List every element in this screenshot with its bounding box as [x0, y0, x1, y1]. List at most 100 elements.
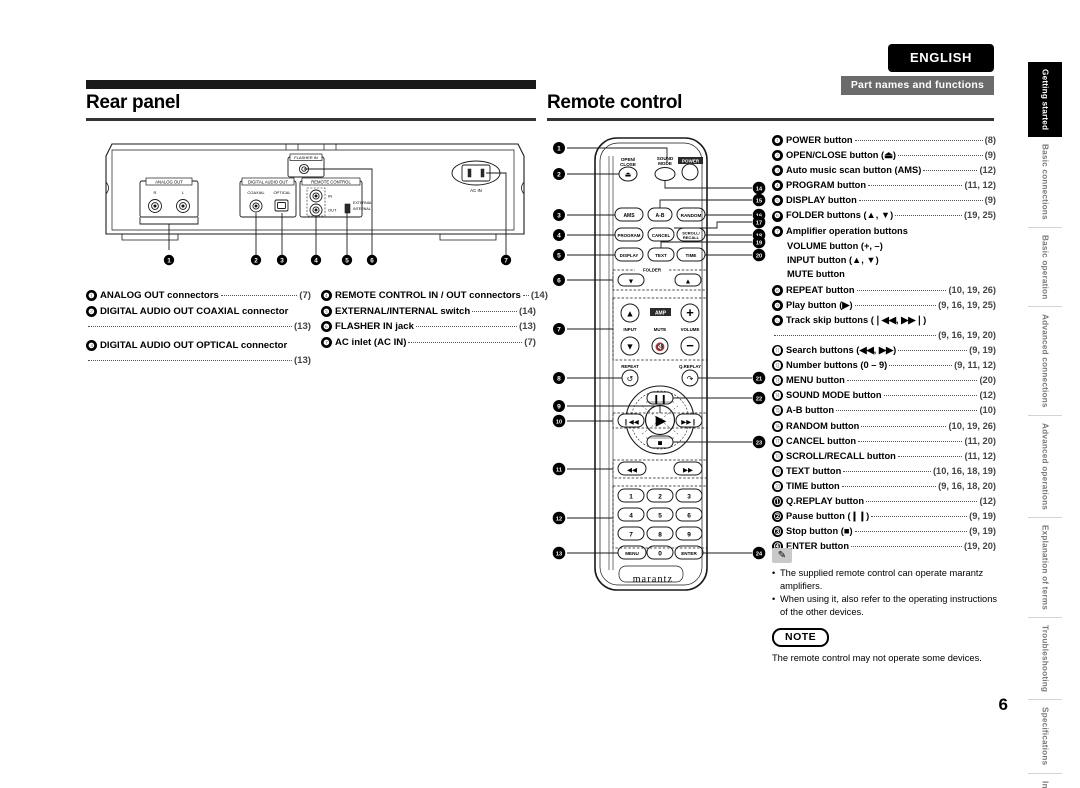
leader-dots	[895, 215, 962, 217]
remote-number-1: 1	[629, 494, 633, 501]
legend-subline-volume: VOLUME button (+, –)	[787, 240, 883, 251]
page-ref[interactable]: (10, 19, 26)	[948, 283, 996, 298]
leader-dots	[843, 470, 931, 472]
remote-callout-7: 7	[557, 327, 561, 334]
rear-legend-column-right: ❹ REMOTE CONTROL IN / OUT connectors (14…	[311, 288, 548, 369]
rear-legend-item-cont: (13)	[86, 353, 311, 369]
legend-label: SOUND MODE button	[786, 390, 882, 401]
legend-label: ANALOG OUT connectors	[100, 290, 219, 301]
legend-label: DISPLAY button	[786, 195, 857, 206]
svg-text:MODE: MODE	[658, 161, 672, 166]
page-ref[interactable]: (14)	[531, 288, 548, 304]
legend-label: REMOTE CONTROL IN / OUT connectors	[335, 290, 521, 301]
page-ref[interactable]: (13)	[294, 353, 311, 369]
rear-legend-item: ❶ ANALOG OUT connectors (7)	[86, 288, 311, 304]
callout-badge: ❻	[321, 321, 332, 333]
label-analog-r: R	[154, 190, 157, 195]
legend-subline-mute: MUTE button	[787, 268, 845, 279]
callout-badge: ❶	[772, 135, 783, 147]
leader-dots	[88, 360, 292, 361]
remote-callout-22: 22	[756, 396, 762, 402]
remote-callout-4: 4	[557, 233, 561, 240]
leader-dots	[408, 341, 523, 343]
label-analog-l: L	[182, 190, 185, 195]
leader-dots	[868, 185, 963, 187]
language-tab: ENGLISH	[888, 44, 994, 72]
remote-callout-6: 6	[557, 278, 561, 285]
page-ref[interactable]: (13)	[294, 319, 311, 335]
chapter-tab-index[interactable]: Index	[1028, 774, 1062, 788]
page-ref[interactable]: (10, 19, 26)	[948, 419, 996, 434]
remote-callout-5: 5	[557, 253, 561, 260]
page-ref[interactable]: (9)	[985, 193, 996, 208]
remote-group-label-amp: AMP	[655, 310, 667, 316]
page-ref[interactable]: (12)	[979, 388, 996, 403]
page-ref[interactable]: (9, 19)	[969, 509, 996, 524]
page-ref[interactable]: (9, 16, 19, 25)	[938, 298, 996, 313]
remote-legend-item: ❹ PROGRAM button (11, 12)	[772, 178, 996, 193]
page-ref[interactable]: (11, 12)	[964, 178, 996, 193]
chapter-tab-troubleshooting[interactable]: Troubleshooting	[1028, 618, 1062, 701]
search-rewind-icon: ◀◀	[627, 467, 638, 474]
page-ref[interactable]: (8)	[985, 133, 996, 148]
remote-control-legend: ❶ POWER button (8) ❷ OPEN/CLOSE button (…	[772, 133, 996, 554]
page-ref[interactable]: (12)	[979, 163, 996, 178]
page-ref[interactable]: (9, 16, 18, 20)	[938, 479, 996, 494]
remote-legend-item: ⓮ SOUND MODE button (12)	[772, 388, 996, 403]
page-ref[interactable]: (9, 11, 12)	[954, 358, 996, 373]
chapter-tab-explanation-of-terms[interactable]: Explanation of terms	[1028, 518, 1062, 619]
callout-badge: ❷	[86, 305, 97, 317]
input-down-icon: ▼	[626, 342, 635, 352]
chapter-tab-advanced-operations[interactable]: Advanced operations	[1028, 416, 1062, 519]
page-ref[interactable]: (11, 20)	[964, 434, 996, 449]
leader-dots	[88, 326, 292, 327]
leader-dots	[774, 334, 937, 336]
remote-btn-label-ab: A-B	[656, 213, 665, 219]
leader-dots	[415, 326, 517, 327]
page-ref[interactable]: (9, 16, 19, 20)	[938, 328, 996, 343]
callout-badge: ⓮	[772, 390, 783, 402]
page-ref[interactable]: (9, 19)	[969, 343, 996, 358]
chapter-tab-basic-connections[interactable]: Basic connections	[1028, 137, 1062, 228]
remote-legend-item: ⓵ Q.REPLAY button (12)	[772, 494, 996, 509]
callout-badge: ❺	[321, 305, 332, 317]
remote-number-7: 7	[629, 532, 633, 539]
folder-down-icon: ▼	[628, 279, 635, 286]
track-skip-next-icon: ▶▶❙	[681, 418, 696, 426]
repeat-icon: ↺	[627, 375, 634, 384]
rear-legend-item: ❹ REMOTE CONTROL IN / OUT connectors (14…	[321, 288, 548, 304]
callout-badge: ⓷	[772, 526, 783, 538]
remote-btn-label-display: DISPLAY	[620, 253, 639, 258]
chapter-tab-specifications[interactable]: Specifications	[1028, 700, 1062, 774]
callout-badge: ❹	[772, 180, 783, 192]
callout-badge: ⓱	[772, 435, 783, 447]
bullet-icon: •	[772, 568, 776, 578]
page-ref[interactable]: (9, 19)	[969, 524, 996, 539]
page-ref[interactable]: (14)	[519, 304, 536, 320]
page-ref[interactable]: (7)	[524, 335, 536, 351]
page-ref[interactable]: (20)	[979, 373, 996, 388]
page-ref[interactable]: (19, 25)	[964, 208, 996, 223]
chapter-tab-getting-started[interactable]: Getting started	[1028, 62, 1062, 138]
page-ref[interactable]: (13)	[519, 319, 536, 335]
remote-legend-item: ❾ Play button (▶) (9, 16, 19, 25)	[772, 298, 996, 313]
tip-text: When using it, also refer to the operati…	[780, 594, 998, 617]
label-remote-in: IN	[328, 194, 332, 199]
page-ref[interactable]: (11, 12)	[964, 449, 996, 464]
page-ref[interactable]: (12)	[979, 494, 996, 509]
page-ref[interactable]: (9)	[985, 148, 996, 163]
remote-callout-23: 23	[756, 440, 762, 446]
page-ref[interactable]: (10)	[979, 403, 996, 418]
q-replay-icon: ↷	[687, 375, 694, 384]
chapter-tab-basic-operation[interactable]: Basic operation	[1028, 228, 1062, 308]
legend-label: REPEAT button	[786, 284, 855, 295]
remote-legend-item: ❻ FOLDER buttons (▲, ▼) (19, 25)	[772, 208, 996, 223]
chapter-tab-advanced-connections[interactable]: Advanced connections	[1028, 307, 1062, 417]
legend-subline-input: INPUT button (▲, ▼)	[787, 254, 879, 265]
page-ref[interactable]: (7)	[299, 288, 311, 304]
page-ref[interactable]: (10, 16, 18, 19)	[933, 464, 996, 479]
legend-label: PROGRAM button	[786, 180, 867, 191]
remote-legend-item: ⓱ CANCEL button (11, 20)	[772, 434, 996, 449]
remote-callout-21: 21	[756, 376, 762, 382]
remote-legend-item: ⓴ TIME button (9, 16, 18, 20)	[772, 479, 996, 494]
